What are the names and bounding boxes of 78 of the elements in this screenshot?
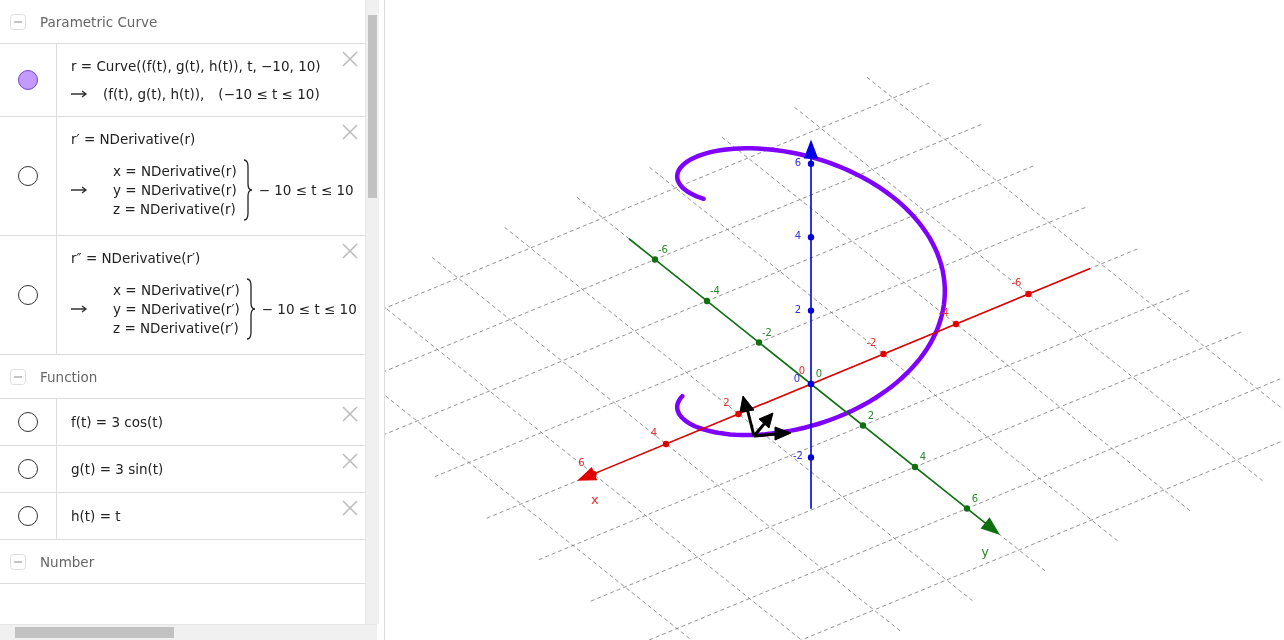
tick-label: 4 [794,230,802,242]
tick-label: 6 [578,457,585,468]
tick-label: 4 [650,427,658,438]
parameter-range: (−10 ≤ t ≤ 10) [218,86,320,102]
delete-button[interactable] [341,499,359,517]
tick-point [735,410,742,418]
brace-icon [242,159,253,221]
tick-point [880,350,887,358]
tick-label: 2 [867,409,875,421]
output-value: (f(t), g(t), h(t)), [103,86,205,102]
tick-point [963,505,971,512]
delete-button[interactable] [341,50,359,68]
tick-label: 6 [971,492,979,504]
visibility-toggle[interactable] [18,285,38,305]
delete-button[interactable] [341,123,359,141]
arrow-icon [71,90,89,98]
tick-point [1025,290,1032,298]
visibility-toggle[interactable] [18,459,38,479]
group-title: Function [40,368,98,385]
visibility-toggle[interactable] [18,70,38,90]
delete-button[interactable] [341,452,359,470]
tick-label: 4 [919,451,927,462]
tick-label: 2 [794,303,802,315]
tick-label: 6 [794,156,802,168]
definition-text: g(t) = 3 sin(t) [71,461,164,477]
tick-label: 0 [793,373,801,384]
tick-label: -6 [658,243,668,255]
equation-line: x = NDerivative(r) [113,163,237,179]
visibility-toggle[interactable] [18,506,38,526]
tick-point [807,307,815,314]
delete-button[interactable] [341,242,359,260]
tick-label: -2 [793,450,803,462]
tick-point [703,297,711,305]
tick-point [590,470,597,478]
collapse-icon[interactable] [10,368,26,385]
arrow-icon [71,186,89,194]
tick-label: 2 [723,397,730,408]
equation-line: z = NDerivative(r′) [113,320,240,336]
group-title: Number [40,553,95,570]
vertical-scrollbar[interactable] [365,0,379,624]
tick-label: -2 [762,326,772,338]
brace-icon [245,278,256,340]
definition-text: r′ = NDerivative(r) [71,131,197,147]
parameter-range: − 10 ≤ t ≤ 10 [261,301,357,317]
tick-point [662,440,670,448]
tick-point [807,160,815,167]
visibility-toggle[interactable] [18,412,38,432]
definition-text: r = Curve((f(t), g(t), h(t)), t, −10, 10) [71,58,321,74]
tick-point [859,422,867,429]
horizontal-scrollbar[interactable] [0,624,377,640]
tick-label: -2 [866,337,877,348]
equation-line: y = NDerivative(r′) [113,301,240,317]
axis-label: y [981,544,989,560]
collapse-icon[interactable] [10,13,26,30]
tick-point [952,320,960,328]
equation-line: z = NDerivative(r) [113,201,237,217]
tick-label: 0 [815,368,823,379]
group-title: Parametric Curve [40,13,158,30]
definition-text: h(t) = t [71,508,121,524]
definition-text: f(t) = 3 cos(t) [71,414,163,430]
tick-point [651,256,659,263]
tick-label: 0 [798,365,806,376]
delete-button[interactable] [341,405,359,423]
tick-point [911,463,919,471]
collapse-icon[interactable] [10,553,26,570]
tick-point [807,454,815,461]
visibility-toggle[interactable] [18,166,38,186]
tick-label: -4 [710,285,720,296]
tick-point [755,339,763,346]
tick-label: -6 [1011,277,1022,288]
vector-arrows [739,395,792,441]
definition-text: r″ = NDerivative(r′) [71,250,202,266]
parameter-range: − 10 ≤ t ≤ 10 [258,182,354,198]
equation-line: x = NDerivative(r′) [113,282,240,298]
axis-label: x [591,492,599,507]
arrow-icon [71,305,89,313]
tick-point [807,234,815,241]
equation-line: y = NDerivative(r) [113,182,237,198]
